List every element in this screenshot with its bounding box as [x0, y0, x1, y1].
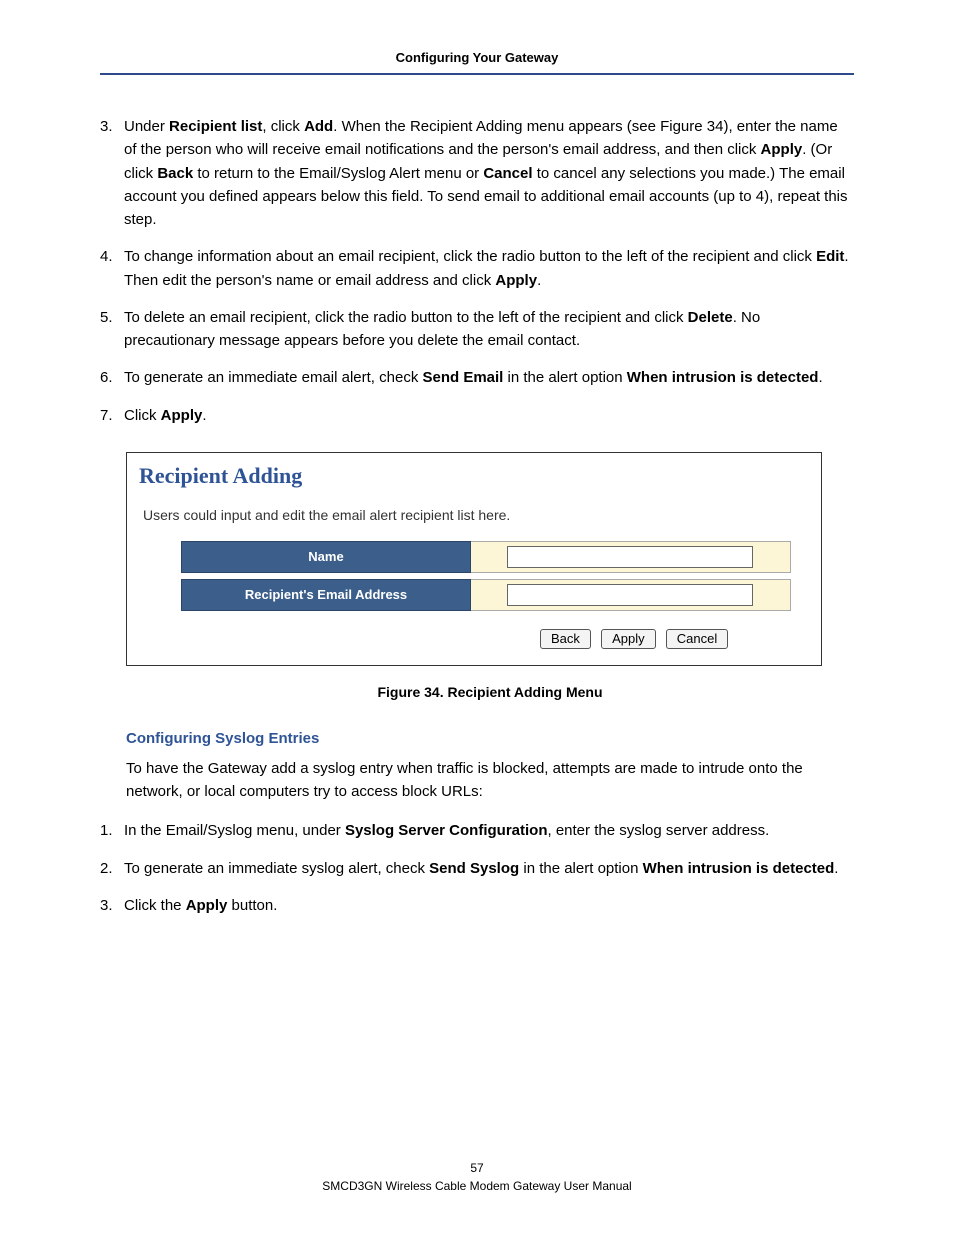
- apply-button[interactable]: Apply: [601, 629, 656, 649]
- step-text: To delete an email recipient, click the …: [124, 306, 854, 353]
- email-input[interactable]: [507, 584, 753, 606]
- step-number: 3.: [100, 894, 124, 917]
- step-number: 4.: [100, 245, 124, 292]
- step-number: 3.: [100, 115, 124, 231]
- step-text: To change information about an email rec…: [124, 245, 854, 292]
- step-text: To generate an immediate syslog alert, c…: [124, 857, 854, 880]
- step-number: 1.: [100, 819, 124, 842]
- instruction-list-b: 1.In the Email/Syslog menu, under Syslog…: [100, 819, 854, 917]
- instruction-list-a: 3.Under Recipient list, click Add. When …: [100, 115, 854, 427]
- cancel-button[interactable]: Cancel: [666, 629, 728, 649]
- form-label-email: Recipient's Email Address: [182, 579, 471, 610]
- back-button[interactable]: Back: [540, 629, 591, 649]
- recipient-form: Name Recipient's Email Address: [181, 541, 791, 611]
- step-number: 6.: [100, 366, 124, 389]
- step-number: 2.: [100, 857, 124, 880]
- section-intro: To have the Gateway add a syslog entry w…: [126, 757, 854, 804]
- page-number: 57: [0, 1159, 954, 1177]
- header-rule: [100, 73, 854, 75]
- form-label-name: Name: [182, 541, 471, 572]
- name-input[interactable]: [507, 546, 753, 568]
- step-text: In the Email/Syslog menu, under Syslog S…: [124, 819, 854, 842]
- section-heading: Configuring Syslog Entries: [126, 730, 854, 747]
- page-header: Configuring Your Gateway: [100, 50, 854, 73]
- doc-title: SMCD3GN Wireless Cable Modem Gateway Use…: [0, 1177, 954, 1195]
- figure-title: Recipient Adding: [139, 463, 811, 489]
- step-text: Click Apply.: [124, 404, 854, 427]
- step-text: To generate an immediate email alert, ch…: [124, 366, 854, 389]
- figure-description: Users could input and edit the email ale…: [143, 507, 811, 523]
- step-text: Under Recipient list, click Add. When th…: [124, 115, 854, 231]
- page-footer: 57 SMCD3GN Wireless Cable Modem Gateway …: [0, 1159, 954, 1195]
- step-number: 5.: [100, 306, 124, 353]
- figure-screenshot: Recipient Adding Users could input and e…: [126, 452, 822, 666]
- step-text: Click the Apply button.: [124, 894, 854, 917]
- figure-caption: Figure 34. Recipient Adding Menu: [126, 684, 854, 700]
- step-number: 7.: [100, 404, 124, 427]
